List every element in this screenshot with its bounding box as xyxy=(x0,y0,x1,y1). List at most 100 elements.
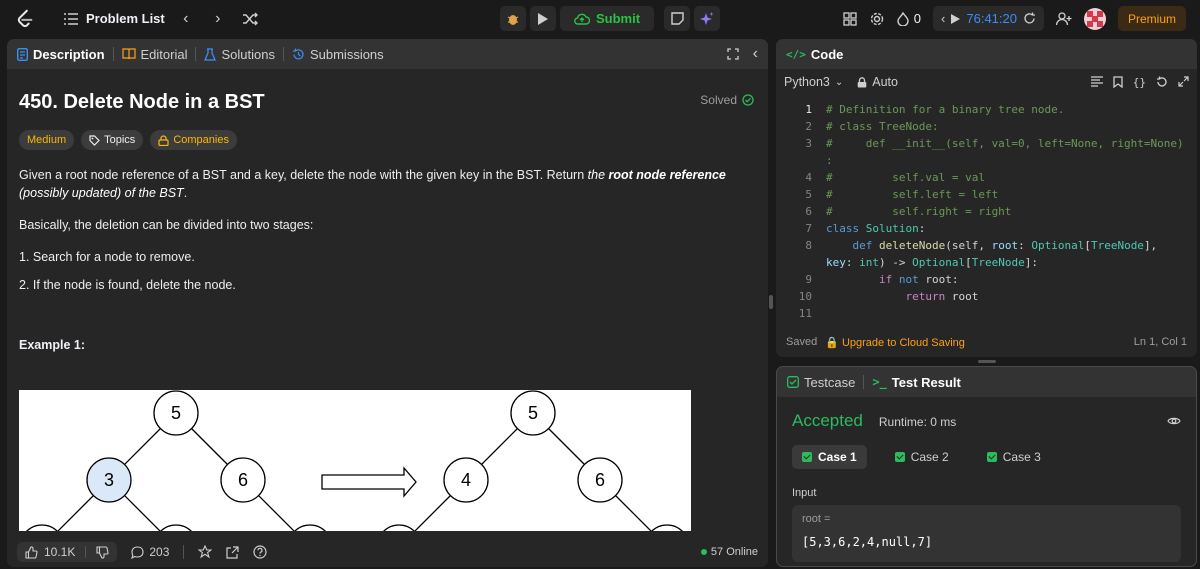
random-problem-button[interactable] xyxy=(239,8,261,30)
tab-description[interactable]: Description xyxy=(17,47,105,62)
topics-tag[interactable]: Topics xyxy=(81,130,144,150)
gear-icon[interactable] xyxy=(869,11,885,27)
tab-editorial-label: Editorial xyxy=(140,46,188,62)
bookmark-icon[interactable] xyxy=(1113,75,1123,88)
collapse-panel-icon[interactable]: ‹ xyxy=(753,45,758,63)
companies-tag[interactable]: Companies xyxy=(150,130,237,150)
tab-testcase[interactable]: Testcase xyxy=(787,375,855,390)
case-tab-3[interactable]: Case 3 xyxy=(977,445,1051,469)
list-icon xyxy=(64,12,78,25)
submit-label: Submit xyxy=(596,11,641,26)
thumbs-up-icon[interactable] xyxy=(25,545,38,559)
tab-solutions[interactable]: Solutions xyxy=(204,46,275,62)
step-1: 1. Search for a node to remove. xyxy=(19,250,195,264)
problem-list-button[interactable]: Problem List xyxy=(64,11,165,26)
horizontal-resize-handle[interactable] xyxy=(978,360,996,363)
next-problem-button[interactable]: › xyxy=(207,8,229,30)
play-icon[interactable] xyxy=(951,13,961,24)
eye-icon[interactable] xyxy=(1167,416,1181,426)
chevron-left-icon[interactable]: ‹ xyxy=(941,11,945,26)
timer-widget[interactable]: ‹ 76:41:20 xyxy=(933,6,1044,31)
description-panel: Description Editorial Solutions Submissi… xyxy=(7,39,768,567)
like-dislike-group: 10.1K xyxy=(17,542,118,562)
share-icon[interactable] xyxy=(226,545,239,559)
debug-button[interactable] xyxy=(500,6,526,31)
runtime-label: Runtime: 0 ms xyxy=(878,415,957,429)
timer-value: 76:41:20 xyxy=(966,11,1017,26)
upgrade-link[interactable]: 🔒 Upgrade to Cloud Saving xyxy=(825,336,965,349)
tab-testcase-label: Testcase xyxy=(804,374,856,390)
maximize-icon[interactable] xyxy=(727,48,739,60)
thumbs-down-icon[interactable] xyxy=(96,545,109,559)
braces-icon[interactable]: {} xyxy=(1133,76,1146,89)
mode-toggle[interactable]: Auto xyxy=(857,75,898,89)
layout-grid-icon[interactable] xyxy=(843,11,857,26)
premium-button[interactable]: Premium xyxy=(1117,6,1186,31)
mode-label: Auto xyxy=(872,75,898,89)
avatar[interactable] xyxy=(1083,7,1106,30)
lock-icon xyxy=(158,134,169,146)
comments-button[interactable]: 203 xyxy=(131,545,169,559)
code-icon: </> xyxy=(786,47,806,61)
example-tree-image: 5 3 6 2 4 7 5 4 6 2 7 xyxy=(19,390,691,531)
submit-button[interactable]: Submit xyxy=(560,6,655,31)
case-tab-2[interactable]: Case 2 xyxy=(885,445,959,469)
vertical-resize-handle[interactable] xyxy=(769,295,773,309)
code-toolbar: Python3 ⌄ Auto {} xyxy=(776,69,1197,95)
document-icon xyxy=(17,47,28,61)
code-title: Code xyxy=(810,46,844,62)
input-box: root = [5,3,6,2,4,null,7] xyxy=(792,505,1181,562)
comment-count: 203 xyxy=(149,545,170,559)
chevron-left-icon: ‹ xyxy=(183,9,189,27)
arrow-right-icon xyxy=(321,466,417,498)
node-label: 5 xyxy=(171,403,181,423)
problem-description: 450. Delete Node in a BST Solved Medium … xyxy=(7,69,768,531)
code-editor[interactable]: 1 2 3 4 5 6 7 8 9 10 11 # Definition for… xyxy=(776,97,1197,323)
node-label: 3 xyxy=(104,470,114,490)
reset-icon[interactable] xyxy=(1023,12,1036,25)
undo-icon[interactable] xyxy=(1156,76,1168,88)
bug-icon xyxy=(507,14,519,25)
code-status-bar: Saved 🔒 Upgrade to Cloud Saving Ln 1, Co… xyxy=(776,327,1197,357)
tree-node xyxy=(382,524,416,531)
node-label: 6 xyxy=(238,470,248,490)
step-2: 2. If the node is found, delete the node… xyxy=(19,278,236,292)
leetcode-logo-icon[interactable] xyxy=(14,8,36,30)
run-button[interactable] xyxy=(530,6,556,31)
top-bar: Problem List ‹ › Submit 0 ‹ 76:41:20 Pre… xyxy=(0,0,1200,37)
difficulty-badge[interactable]: Medium xyxy=(19,130,75,150)
code-panel: </> Code Python3 ⌄ Auto {} 1 2 3 4 5 6 7… xyxy=(776,39,1197,357)
flame-icon xyxy=(897,11,909,26)
star-icon[interactable] xyxy=(198,545,213,559)
play-icon xyxy=(538,12,548,25)
test-tab-bar: Testcase >_ Test Result xyxy=(777,367,1196,397)
tab-code[interactable]: </> Code xyxy=(786,47,843,62)
sparkle-icon xyxy=(700,11,714,25)
cloud-upload-icon xyxy=(574,13,590,25)
tab-editorial[interactable]: Editorial xyxy=(121,46,188,62)
node-label: 6 xyxy=(595,470,605,490)
expand-icon[interactable] xyxy=(1178,75,1189,87)
notes-button[interactable] xyxy=(664,6,691,31)
language-select[interactable]: Python3 ⌄ xyxy=(784,75,843,89)
like-count: 10.1K xyxy=(44,545,76,559)
case-tab-1[interactable]: Case 1 xyxy=(792,445,867,469)
streak-counter[interactable]: 0 xyxy=(897,11,921,26)
add-user-icon[interactable] xyxy=(1055,11,1072,26)
note-icon xyxy=(670,12,684,25)
prev-problem-button[interactable]: ‹ xyxy=(175,8,197,30)
book-icon xyxy=(121,48,136,60)
solved-status: Solved xyxy=(700,93,754,107)
tab-test-result[interactable]: >_ Test Result xyxy=(872,375,961,390)
tab-solutions-label: Solutions xyxy=(221,46,275,62)
example-heading: Example 1: xyxy=(19,338,86,352)
check-icon xyxy=(802,452,812,462)
format-icon[interactable] xyxy=(1090,75,1103,87)
ai-assist-button[interactable] xyxy=(694,6,721,31)
tab-submissions[interactable]: Submissions xyxy=(292,47,384,62)
description-footer: 10.1K 203 57 Online xyxy=(7,537,768,567)
help-icon[interactable] xyxy=(253,545,267,559)
input-label: Input xyxy=(792,487,817,499)
tab-submissions-label: Submissions xyxy=(309,46,384,62)
cursor-position: Ln 1, Col 1 xyxy=(1133,336,1187,348)
